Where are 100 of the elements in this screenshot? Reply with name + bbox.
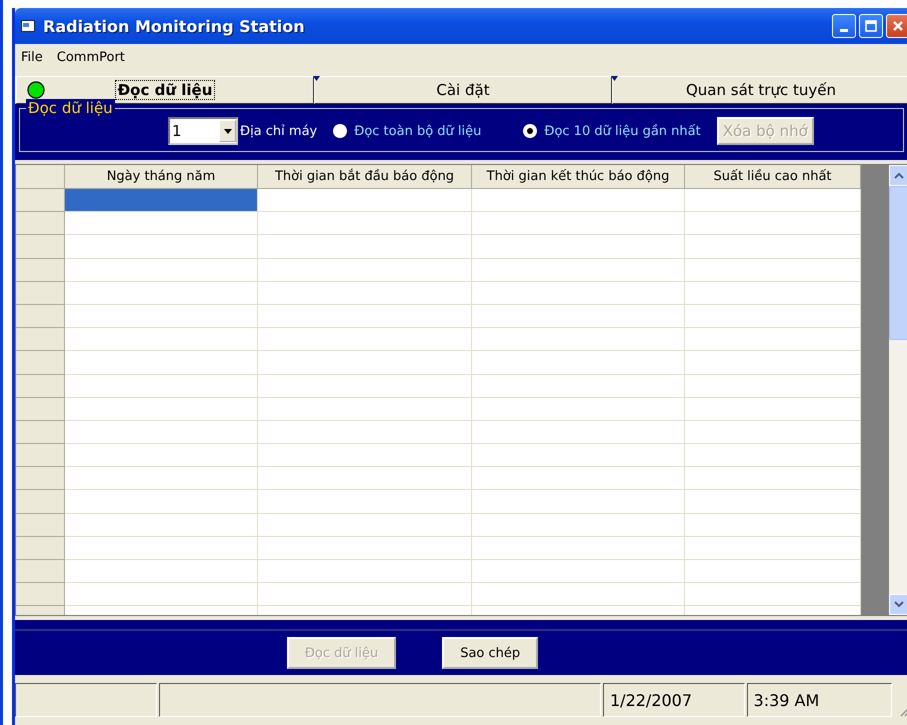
column-header: Thời gian bắt đầu báo động xyxy=(258,165,472,189)
tab[interactable]: Cài đặt xyxy=(434,81,492,99)
row-header[interactable] xyxy=(16,258,65,282)
dropdown-arrow-icon xyxy=(224,128,232,134)
table-cell[interactable] xyxy=(65,420,258,444)
table-cell[interactable] xyxy=(472,514,685,537)
app-icon xyxy=(21,20,35,32)
menu-item[interactable]: File xyxy=(21,50,43,64)
row-header[interactable] xyxy=(16,444,65,468)
table-cell[interactable] xyxy=(258,583,472,606)
table-cell[interactable] xyxy=(65,374,258,398)
row-header[interactable] xyxy=(16,328,65,352)
table-cell[interactable] xyxy=(472,467,685,490)
group-title: Đọc dữ liệu xyxy=(26,99,115,117)
table-cell[interactable] xyxy=(65,560,258,584)
row-header[interactable] xyxy=(16,212,65,236)
scroll-thumb[interactable] xyxy=(889,186,907,340)
maximize-button[interactable] xyxy=(859,14,883,38)
table-cell[interactable] xyxy=(65,490,258,514)
tab-marker-icon xyxy=(611,76,618,81)
table-cell[interactable] xyxy=(65,583,258,606)
table-cell[interactable] xyxy=(258,398,472,421)
table-cell[interactable] xyxy=(472,189,685,212)
row-header[interactable] xyxy=(16,189,65,212)
table-cell[interactable] xyxy=(258,212,472,236)
table-cell[interactable] xyxy=(258,560,472,584)
table-cell[interactable] xyxy=(258,235,472,259)
row-header[interactable] xyxy=(16,490,65,514)
row-header xyxy=(16,165,65,189)
table-cell[interactable] xyxy=(65,212,258,236)
table-cell[interactable] xyxy=(65,304,258,328)
table-cell[interactable] xyxy=(258,467,472,490)
table-cell[interactable] xyxy=(65,467,258,490)
table-cell[interactable] xyxy=(258,304,472,328)
table-cell[interactable] xyxy=(472,351,685,374)
row-header[interactable] xyxy=(16,398,65,421)
minimize-icon xyxy=(840,29,848,32)
table-cell[interactable] xyxy=(472,420,685,444)
close-icon xyxy=(892,20,904,32)
row-header[interactable] xyxy=(16,467,65,490)
status-panel: 1/22/2007 xyxy=(603,683,745,717)
row-header[interactable] xyxy=(16,583,65,606)
table-cell[interactable] xyxy=(258,282,472,305)
table-cell[interactable] xyxy=(472,328,685,352)
table-cell[interactable] xyxy=(472,444,685,468)
column-header: Thời gian kết thúc báo động xyxy=(472,165,685,189)
table-cell[interactable] xyxy=(65,351,258,374)
table-cell[interactable] xyxy=(258,444,472,468)
maximize-icon xyxy=(865,20,877,32)
table-cell[interactable] xyxy=(472,258,685,282)
menu-item[interactable]: CommPort xyxy=(56,50,125,64)
table-cell[interactable] xyxy=(472,235,685,259)
column-header: Ngày tháng năm xyxy=(65,165,258,189)
table-cell[interactable] xyxy=(258,514,472,537)
selected-cell[interactable] xyxy=(65,189,258,212)
row-header[interactable] xyxy=(16,560,65,584)
table-cell[interactable] xyxy=(472,374,685,398)
close-button[interactable] xyxy=(886,14,907,38)
table-cell[interactable] xyxy=(472,560,685,584)
table-cell[interactable] xyxy=(65,398,258,421)
row-header[interactable] xyxy=(16,420,65,444)
scroll-up-icon xyxy=(894,172,904,179)
radio-button[interactable] xyxy=(523,124,538,138)
table-cell[interactable] xyxy=(472,282,685,305)
table-cell[interactable] xyxy=(65,328,258,352)
table-cell[interactable] xyxy=(65,258,258,282)
table-cell[interactable] xyxy=(258,374,472,398)
table-cell[interactable] xyxy=(258,351,472,374)
address-dropdown[interactable]: 1 xyxy=(168,117,238,145)
row-header[interactable] xyxy=(16,304,65,328)
row-header[interactable] xyxy=(16,351,65,374)
row-header[interactable] xyxy=(16,514,65,537)
row-header[interactable] xyxy=(16,536,65,560)
table-cell[interactable] xyxy=(258,189,472,212)
table-cell[interactable] xyxy=(472,304,685,328)
table-cell[interactable] xyxy=(258,258,472,282)
table-cell[interactable] xyxy=(258,328,472,352)
table-cell[interactable] xyxy=(65,282,258,305)
table-cell[interactable] xyxy=(258,490,472,514)
table-cell[interactable] xyxy=(65,444,258,468)
row-header[interactable] xyxy=(16,374,65,398)
table-cell[interactable] xyxy=(65,536,258,560)
status-panel: 3:39 AM xyxy=(746,683,892,717)
table-cell[interactable] xyxy=(65,514,258,537)
row-header[interactable] xyxy=(16,282,65,305)
tab[interactable]: Đọc dữ liệu xyxy=(114,80,216,100)
table-cell[interactable] xyxy=(258,420,472,444)
table-cell[interactable] xyxy=(472,212,685,236)
table-cell[interactable] xyxy=(258,536,472,560)
minimize-button[interactable] xyxy=(832,14,856,38)
row-header[interactable] xyxy=(16,235,65,259)
scrollbar[interactable] xyxy=(889,165,907,615)
table-cell[interactable] xyxy=(472,536,685,560)
table-cell[interactable] xyxy=(472,583,685,606)
table-cell[interactable] xyxy=(472,490,685,514)
table-cell[interactable] xyxy=(65,235,258,259)
window-title: Radiation Monitoring Station xyxy=(43,16,305,36)
table-cell[interactable] xyxy=(472,398,685,421)
radio-button[interactable] xyxy=(333,124,348,138)
action-button[interactable]: Sao chép xyxy=(442,637,538,669)
